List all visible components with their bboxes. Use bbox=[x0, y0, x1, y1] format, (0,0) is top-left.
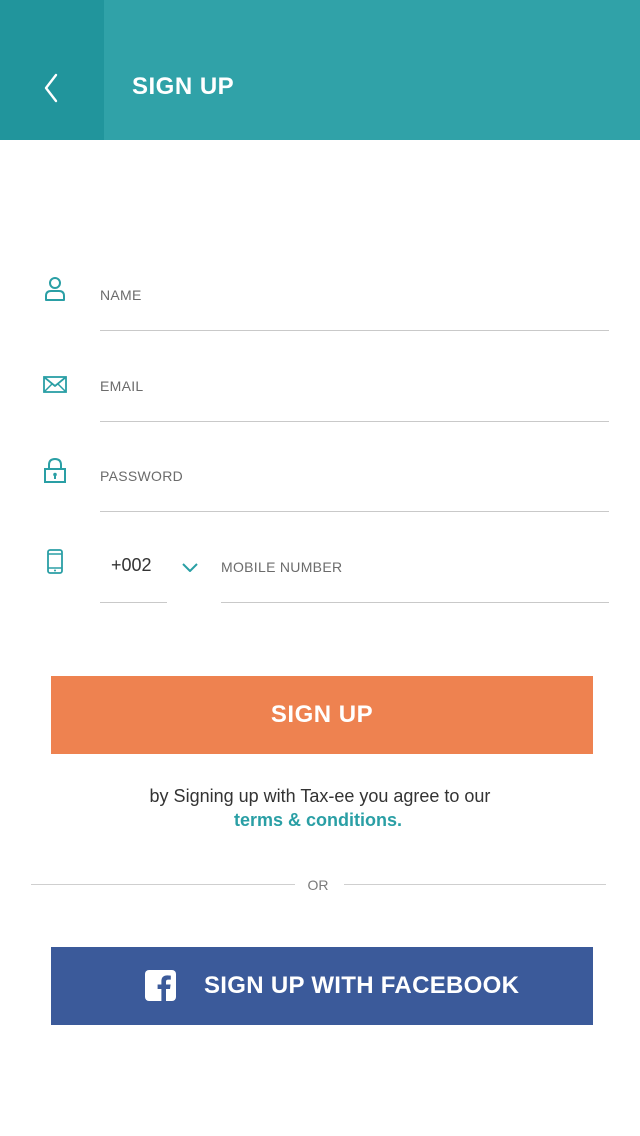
facebook-sign-up-button[interactable]: SIGN UP WITH FACEBOOK bbox=[51, 947, 593, 1025]
country-code-underline bbox=[100, 602, 167, 603]
facebook-button-label: SIGN UP WITH FACEBOOK bbox=[204, 972, 520, 999]
back-button[interactable] bbox=[0, 0, 104, 140]
terms-link[interactable]: terms & conditions. bbox=[0, 810, 636, 831]
name-input[interactable]: NAME bbox=[100, 287, 142, 303]
country-code-select[interactable]: +002 bbox=[111, 555, 152, 576]
email-input[interactable]: EMAIL bbox=[100, 378, 144, 394]
chevron-left-icon bbox=[44, 73, 58, 103]
sign-up-button[interactable]: SIGN UP bbox=[51, 676, 593, 754]
chevron-down-icon[interactable] bbox=[182, 563, 198, 573]
terms-text: by Signing up with Tax-ee you agree to o… bbox=[149, 786, 491, 806]
or-label: OR bbox=[307, 877, 329, 893]
envelope-icon bbox=[43, 376, 67, 393]
divider-left bbox=[31, 884, 295, 885]
password-underline bbox=[100, 511, 609, 512]
page-title: SIGN UP bbox=[132, 73, 235, 100]
password-input[interactable]: PASSWORD bbox=[100, 468, 183, 484]
mobile-number-input[interactable]: MOBILE NUMBER bbox=[221, 559, 342, 575]
name-underline bbox=[100, 330, 609, 331]
header-bar: SIGN UP bbox=[0, 0, 640, 140]
facebook-icon bbox=[145, 970, 176, 1001]
user-icon bbox=[45, 277, 65, 301]
email-underline bbox=[100, 421, 609, 422]
divider-right bbox=[344, 884, 606, 885]
mobile-phone-icon bbox=[47, 549, 63, 574]
mobile-number-underline bbox=[221, 602, 609, 603]
lock-icon bbox=[44, 458, 66, 483]
